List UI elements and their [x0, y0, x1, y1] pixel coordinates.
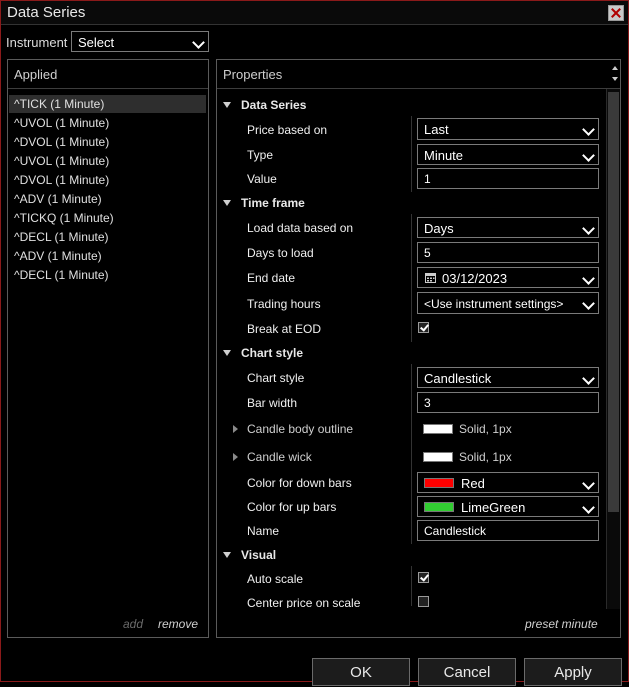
- remove-link[interactable]: remove: [158, 617, 198, 631]
- close-icon[interactable]: [608, 5, 624, 21]
- list-item[interactable]: ^TICKQ (1 Minute): [9, 209, 206, 227]
- candle-wick-label: Candle wick: [247, 450, 312, 464]
- color-up-select[interactable]: LimeGreen: [417, 496, 599, 517]
- name-label: Name: [247, 524, 280, 538]
- expand-arrow-icon[interactable]: [223, 552, 231, 558]
- auto-scale-checkbox[interactable]: [418, 572, 429, 583]
- chevron-down-icon: [582, 477, 595, 490]
- instrument-label: Instrument: [6, 35, 68, 50]
- value-label: Value: [247, 172, 277, 186]
- price-based-on-label: Price based on: [247, 123, 328, 137]
- chevron-down-icon: [582, 123, 595, 136]
- applied-header: Applied: [8, 60, 208, 89]
- section-visual: Visual: [241, 548, 277, 562]
- chevron-down-icon: [582, 222, 595, 235]
- applied-title: Applied: [14, 67, 58, 82]
- chevron-down-icon: [582, 272, 595, 285]
- section-time-frame: Time frame: [241, 196, 305, 210]
- add-link[interactable]: add: [123, 617, 143, 631]
- properties-header: Properties: [217, 60, 620, 89]
- days-to-load-input[interactable]: 5: [417, 242, 599, 263]
- candle-body-outline-label: Candle body outline: [247, 422, 354, 436]
- scroll-down-icon[interactable]: [612, 77, 618, 81]
- list-item[interactable]: ^ADV (1 Minute): [9, 247, 206, 265]
- chart-style-select[interactable]: Candlestick: [417, 367, 599, 388]
- break-at-eod-checkbox[interactable]: [418, 322, 429, 333]
- list-item[interactable]: ^DECL (1 Minute): [9, 228, 206, 246]
- trading-hours-label: Trading hours: [247, 297, 321, 311]
- applied-panel: Applied ^TICK (1 Minute) ^UVOL (1 Minute…: [7, 59, 209, 638]
- chevron-down-icon: [582, 372, 595, 385]
- name-input[interactable]: Candlestick: [417, 520, 599, 541]
- chevron-down-icon: [582, 501, 595, 514]
- preset-link[interactable]: preset minute: [525, 617, 598, 631]
- color-down-swatch: [424, 478, 454, 488]
- chevron-down-icon: [192, 36, 205, 49]
- break-at-eod-label: Break at EOD: [247, 322, 322, 336]
- section-data-series: Data Series: [241, 98, 307, 112]
- properties-scrollbar[interactable]: [606, 89, 620, 609]
- column-divider: [411, 214, 412, 342]
- end-date-label: End date: [247, 271, 296, 285]
- bar-width-input[interactable]: 3: [417, 392, 599, 413]
- center-price-checkbox[interactable]: [418, 596, 429, 607]
- candle-body-outline-swatch[interactable]: [423, 424, 453, 434]
- chart-style-label: Chart style: [247, 371, 305, 385]
- properties-title: Properties: [223, 67, 283, 82]
- list-item[interactable]: ^UVOL (1 Minute): [9, 152, 206, 170]
- instrument-select[interactable]: Select: [71, 31, 209, 52]
- calendar-icon: [425, 273, 436, 283]
- auto-scale-label: Auto scale: [247, 572, 304, 586]
- color-down-select[interactable]: Red: [417, 472, 599, 493]
- list-item[interactable]: ^UVOL (1 Minute): [9, 114, 206, 132]
- chevron-down-icon: [582, 149, 595, 162]
- color-up-swatch: [424, 502, 454, 512]
- list-item[interactable]: ^DVOL (1 Minute): [9, 133, 206, 151]
- expand-arrow-icon[interactable]: [223, 350, 231, 356]
- list-item[interactable]: ^ADV (1 Minute): [9, 190, 206, 208]
- list-item[interactable]: ^DECL (1 Minute): [9, 266, 206, 284]
- section-chart-style: Chart style: [241, 346, 304, 360]
- list-item[interactable]: ^DVOL (1 Minute): [9, 171, 206, 189]
- candle-wick-value: Solid, 1px: [459, 450, 512, 464]
- price-based-on-select[interactable]: Last: [417, 118, 599, 140]
- end-date-picker[interactable]: 03/12/2023: [417, 267, 599, 288]
- expand-arrow-icon[interactable]: [223, 102, 231, 108]
- column-divider: [411, 116, 412, 192]
- center-price-label: Center price on scale: [247, 596, 361, 608]
- list-item[interactable]: ^TICK (1 Minute): [9, 95, 206, 113]
- clipped-row: Center price on scale: [217, 594, 605, 608]
- candle-body-outline-value: Solid, 1px: [459, 422, 512, 436]
- chevron-down-icon: [582, 297, 595, 310]
- scroll-up-icon[interactable]: [612, 66, 618, 70]
- color-up-label: Color for up bars: [247, 500, 337, 514]
- expand-arrow-icon[interactable]: [223, 200, 231, 206]
- scrollbar-thumb[interactable]: [608, 92, 619, 512]
- color-down-label: Color for down bars: [247, 476, 352, 490]
- window-title: Data Series: [7, 4, 86, 21]
- value-input[interactable]: 1: [417, 168, 599, 189]
- type-select[interactable]: Minute: [417, 144, 599, 165]
- expand-arrow-icon[interactable]: [233, 453, 238, 461]
- days-to-load-label: Days to load: [247, 246, 314, 260]
- instrument-select-value: Select: [78, 35, 115, 50]
- bar-width-label: Bar width: [247, 396, 298, 410]
- expand-arrow-icon[interactable]: [233, 425, 238, 433]
- type-label: Type: [247, 148, 274, 162]
- trading-hours-select[interactable]: <Use instrument settings>: [417, 292, 599, 314]
- column-divider: [411, 364, 412, 544]
- candle-wick-swatch[interactable]: [423, 452, 453, 462]
- load-data-based-on-select[interactable]: Days: [417, 217, 599, 238]
- title-bar: Data Series: [1, 1, 628, 25]
- load-data-based-on-label: Load data based on: [247, 221, 354, 235]
